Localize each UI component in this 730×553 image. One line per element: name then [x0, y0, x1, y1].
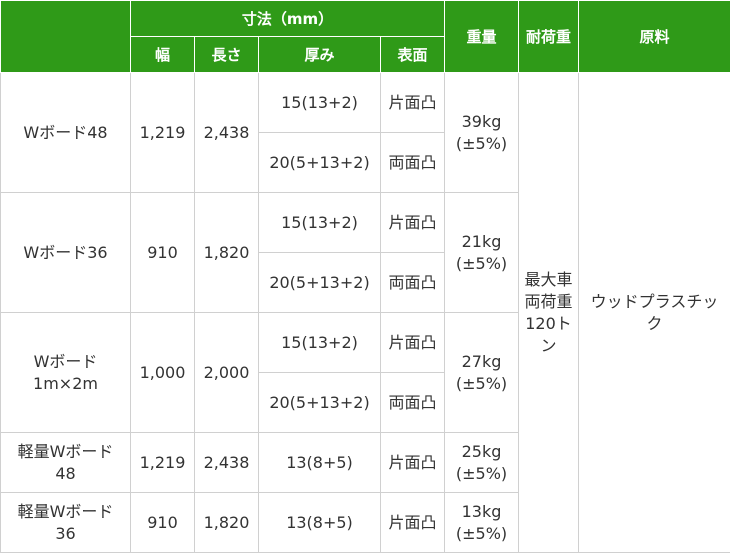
- header-thickness: 厚み: [259, 37, 381, 73]
- product-name: Wボード 1m×2m: [1, 313, 131, 433]
- product-surface: 片面凸: [381, 73, 445, 133]
- header-row-top: 寸法（mm） 重量 耐荷重 原料: [1, 1, 730, 37]
- product-thickness: 15(13+2): [259, 193, 381, 253]
- load-capacity-value: 最大車両荷重120トン: [519, 73, 579, 553]
- product-spec-table: 寸法（mm） 重量 耐荷重 原料 幅 長さ 厚み 表面 Wボード48 1,219…: [0, 0, 730, 553]
- product-length: 1,820: [195, 193, 259, 313]
- product-thickness: 20(5+13+2): [259, 253, 381, 313]
- product-weight: 27kg (±5%): [445, 313, 519, 433]
- product-surface: 両面凸: [381, 253, 445, 313]
- product-weight: 39kg (±5%): [445, 73, 519, 193]
- product-length: 2,000: [195, 313, 259, 433]
- product-thickness: 20(5+13+2): [259, 133, 381, 193]
- product-thickness: 20(5+13+2): [259, 373, 381, 433]
- product-length: 2,438: [195, 433, 259, 493]
- product-surface: 片面凸: [381, 433, 445, 493]
- product-width: 910: [131, 193, 195, 313]
- header-weight: 重量: [445, 1, 519, 73]
- product-surface: 片面凸: [381, 493, 445, 553]
- product-thickness: 13(8+5): [259, 433, 381, 493]
- header-surface: 表面: [381, 37, 445, 73]
- product-width: 1,219: [131, 433, 195, 493]
- material-value: ウッドプラスチック: [579, 73, 730, 553]
- header-width: 幅: [131, 37, 195, 73]
- header-blank-cell: [1, 1, 131, 73]
- product-surface: 両面凸: [381, 133, 445, 193]
- product-length: 1,820: [195, 493, 259, 553]
- product-weight: 13kg (±5%): [445, 493, 519, 553]
- product-length: 2,438: [195, 73, 259, 193]
- header-material: 原料: [579, 1, 730, 73]
- product-name: 軽量Wボード 48: [1, 433, 131, 493]
- product-name: Wボード48: [1, 73, 131, 193]
- product-thickness: 13(8+5): [259, 493, 381, 553]
- header-load-capacity: 耐荷重: [519, 1, 579, 73]
- product-thickness: 15(13+2): [259, 313, 381, 373]
- product-width: 1,219: [131, 73, 195, 193]
- header-length: 長さ: [195, 37, 259, 73]
- header-dimensions: 寸法（mm）: [131, 1, 445, 37]
- product-width: 910: [131, 493, 195, 553]
- product-surface: 両面凸: [381, 373, 445, 433]
- product-surface: 片面凸: [381, 193, 445, 253]
- product-name: 軽量Wボード 36: [1, 493, 131, 553]
- product-weight: 21kg (±5%): [445, 193, 519, 313]
- product-name: Wボード36: [1, 193, 131, 313]
- product-thickness: 15(13+2): [259, 73, 381, 133]
- product-width: 1,000: [131, 313, 195, 433]
- product-surface: 片面凸: [381, 313, 445, 373]
- table-row: Wボード48 1,219 2,438 15(13+2) 片面凸 39kg (±5…: [1, 73, 730, 133]
- product-weight: 25kg (±5%): [445, 433, 519, 493]
